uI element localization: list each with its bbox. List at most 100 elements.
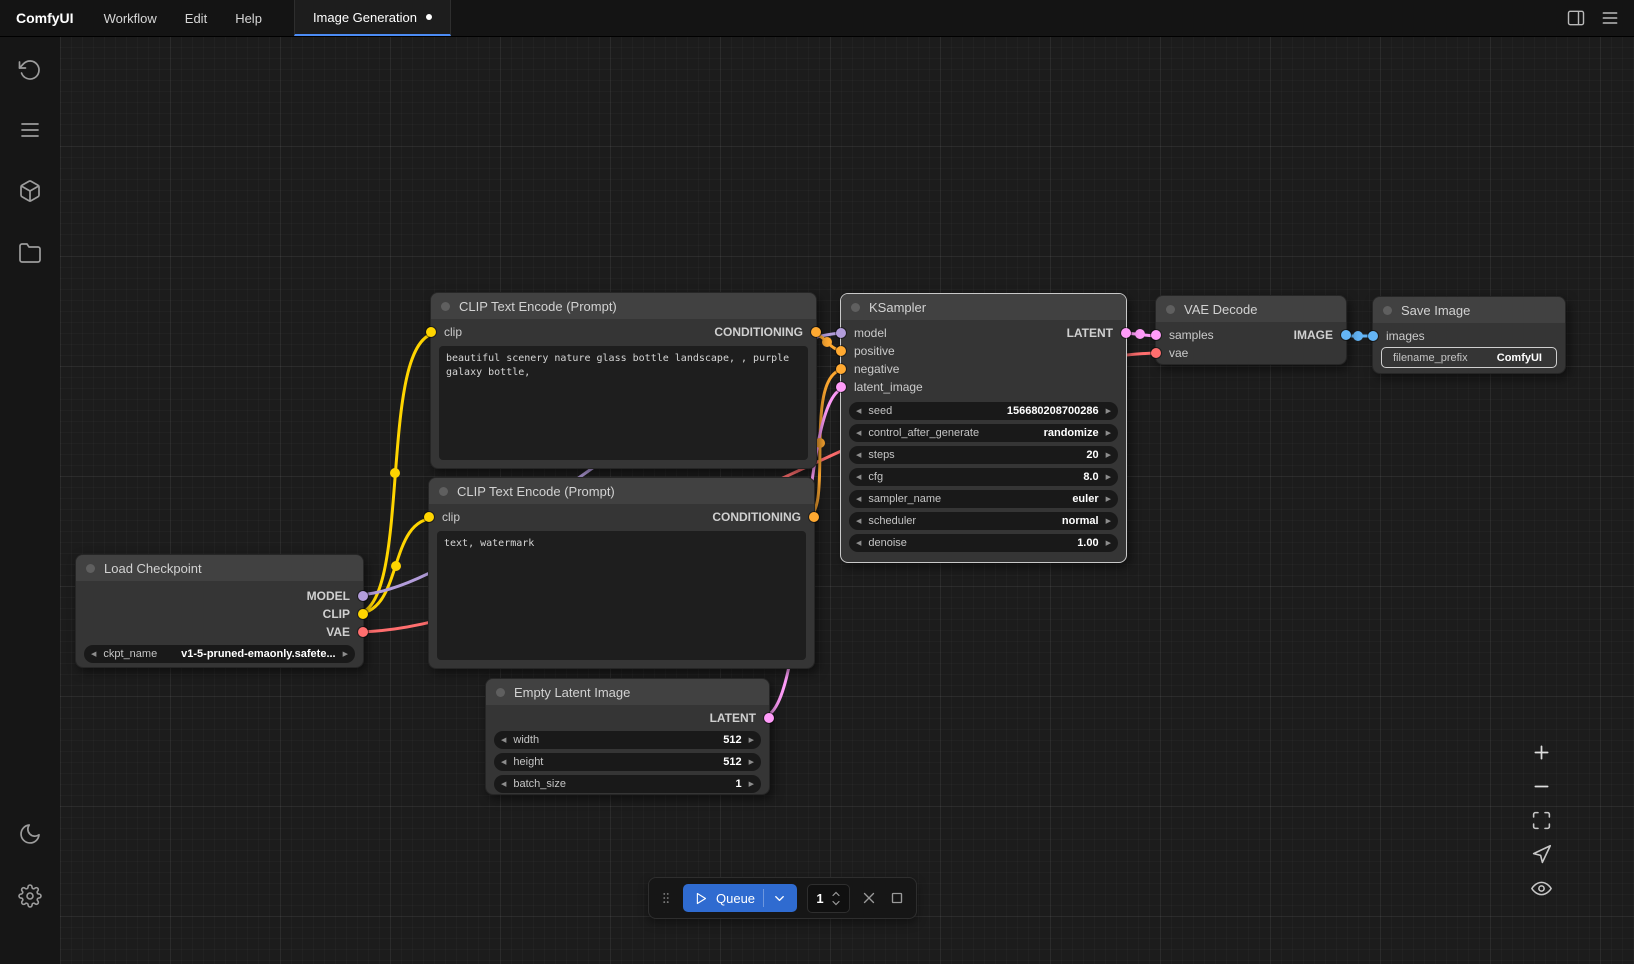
node-title-bar[interactable]: KSampler bbox=[841, 294, 1126, 320]
node-clip-text-encode-positive[interactable]: CLIP Text Encode (Prompt) clip CONDITION… bbox=[430, 292, 817, 469]
hamburger-menu-icon[interactable] bbox=[1600, 8, 1620, 28]
batch-size-widget[interactable]: ◀ batch_size 1 ▶ bbox=[494, 775, 761, 793]
queue-count-input[interactable]: 1 bbox=[807, 884, 850, 913]
panel-toggle-icon[interactable] bbox=[1566, 8, 1586, 28]
node-vae-decode[interactable]: VAE Decode samples IMAGE vae bbox=[1155, 295, 1347, 365]
input-slot-clip[interactable] bbox=[426, 327, 436, 337]
decrement-icon[interactable] bbox=[830, 899, 842, 907]
height-widget[interactable]: ◀ height 512 ▶ bbox=[494, 753, 761, 771]
next-value-icon[interactable]: ▶ bbox=[749, 781, 754, 788]
prev-value-icon[interactable]: ◀ bbox=[501, 781, 506, 788]
pointer-mode-icon[interactable] bbox=[1531, 844, 1552, 865]
node-save-image[interactable]: Save Image images filename_prefix ComfyU… bbox=[1372, 296, 1566, 374]
next-value-icon[interactable]: ▶ bbox=[1106, 496, 1111, 503]
output-slot-latent[interactable] bbox=[1121, 328, 1131, 338]
input-slot-latent-image[interactable] bbox=[836, 382, 846, 392]
input-slot-model[interactable] bbox=[836, 328, 846, 338]
next-value-icon[interactable]: ▶ bbox=[749, 737, 754, 744]
output-slot-model[interactable] bbox=[358, 591, 368, 601]
node-title-bar[interactable]: Save Image bbox=[1373, 297, 1565, 323]
negative-prompt-textarea[interactable]: text, watermark bbox=[437, 531, 806, 660]
model-library-icon[interactable] bbox=[18, 179, 42, 203]
drag-handle-icon[interactable] bbox=[659, 888, 673, 908]
output-slot-conditioning[interactable] bbox=[809, 512, 819, 522]
collapse-dot[interactable] bbox=[1383, 306, 1392, 315]
settings-gear-icon[interactable] bbox=[18, 884, 42, 908]
cfg-widget[interactable]: ◀ cfg 8.0 ▶ bbox=[849, 468, 1118, 486]
next-value-icon[interactable]: ▶ bbox=[749, 759, 754, 766]
node-clip-text-encode-negative[interactable]: CLIP Text Encode (Prompt) clip CONDITION… bbox=[428, 477, 815, 669]
node-title-bar[interactable]: CLIP Text Encode (Prompt) bbox=[431, 293, 816, 319]
input-slot-positive[interactable] bbox=[836, 346, 846, 356]
next-value-icon[interactable]: ▶ bbox=[1106, 474, 1111, 481]
prev-value-icon[interactable]: ◀ bbox=[856, 474, 861, 481]
output-slot-latent[interactable] bbox=[764, 713, 774, 723]
workflows-folder-icon[interactable] bbox=[18, 241, 42, 265]
node-title-bar[interactable]: CLIP Text Encode (Prompt) bbox=[429, 478, 814, 504]
positive-prompt-textarea[interactable]: beautiful scenery nature glass bottle la… bbox=[439, 346, 808, 460]
prev-value-icon[interactable]: ◀ bbox=[856, 540, 861, 547]
zoom-in-icon[interactable] bbox=[1531, 742, 1552, 763]
fit-view-icon[interactable] bbox=[1531, 810, 1552, 831]
sampler-name-widget[interactable]: ◀ sampler_name euler ▶ bbox=[849, 490, 1118, 508]
node-library-icon[interactable] bbox=[18, 118, 42, 142]
next-value-icon[interactable]: ▶ bbox=[1106, 408, 1111, 415]
width-widget[interactable]: ◀ width 512 ▶ bbox=[494, 731, 761, 749]
eye-icon[interactable] bbox=[1531, 878, 1552, 899]
control-after-generate-widget[interactable]: ◀ control_after_generate randomize ▶ bbox=[849, 424, 1118, 442]
output-slot-vae[interactable] bbox=[358, 627, 368, 637]
prev-value-icon[interactable]: ◀ bbox=[856, 496, 861, 503]
prev-value-icon[interactable]: ◀ bbox=[501, 759, 506, 766]
next-value-icon[interactable]: ▶ bbox=[1106, 430, 1111, 437]
increment-icon[interactable] bbox=[830, 890, 842, 898]
prev-value-icon[interactable]: ◀ bbox=[501, 737, 506, 744]
output-slot-image[interactable] bbox=[1341, 330, 1351, 340]
seed-widget[interactable]: ◀ seed 156680208700286 ▶ bbox=[849, 402, 1118, 420]
menu-workflow[interactable]: Workflow bbox=[90, 0, 171, 36]
node-title-bar[interactable]: VAE Decode bbox=[1156, 296, 1346, 322]
node-title-bar[interactable]: Load Checkpoint bbox=[76, 555, 363, 581]
input-slot-clip[interactable] bbox=[424, 512, 434, 522]
collapse-dot[interactable] bbox=[851, 303, 860, 312]
collapse-dot[interactable] bbox=[496, 688, 505, 697]
input-slot-images[interactable] bbox=[1368, 331, 1378, 341]
input-slot-vae[interactable] bbox=[1151, 348, 1161, 358]
input-slot-negative[interactable] bbox=[836, 364, 846, 374]
collapse-dot[interactable] bbox=[439, 487, 448, 496]
node-load-checkpoint[interactable]: Load Checkpoint MODEL CLIP VAE ◀ ckpt bbox=[75, 554, 364, 668]
node-ksampler[interactable]: KSampler model LATENT positive negative … bbox=[840, 293, 1127, 563]
zoom-out-icon[interactable] bbox=[1531, 776, 1552, 797]
next-value-icon[interactable]: ▶ bbox=[1106, 518, 1111, 525]
queue-count-value[interactable]: 1 bbox=[815, 891, 825, 906]
queue-button[interactable]: Queue bbox=[683, 884, 797, 912]
ckpt-name-widget[interactable]: ◀ ckpt_name v1-5-pruned-emaonly.safete..… bbox=[84, 645, 355, 663]
collapse-dot[interactable] bbox=[1166, 305, 1175, 314]
collapse-dot[interactable] bbox=[86, 564, 95, 573]
next-value-icon[interactable]: ▶ bbox=[343, 651, 348, 658]
workflow-history-icon[interactable] bbox=[18, 58, 42, 82]
theme-toggle-moon-icon[interactable] bbox=[18, 822, 42, 846]
prev-value-icon[interactable]: ◀ bbox=[856, 452, 861, 459]
denoise-widget[interactable]: ◀ denoise 1.00 ▶ bbox=[849, 534, 1118, 552]
filename-prefix-widget[interactable]: filename_prefix ComfyUI bbox=[1381, 347, 1557, 368]
node-empty-latent-image[interactable]: Empty Latent Image LATENT ◀ width 512 ▶ … bbox=[485, 678, 770, 795]
input-slot-samples[interactable] bbox=[1151, 330, 1161, 340]
node-title-bar[interactable]: Empty Latent Image bbox=[486, 679, 769, 705]
steps-widget[interactable]: ◀ steps 20 ▶ bbox=[849, 446, 1118, 464]
clear-queue-icon[interactable] bbox=[860, 889, 878, 907]
collapse-dot[interactable] bbox=[441, 302, 450, 311]
output-slot-conditioning[interactable] bbox=[811, 327, 821, 337]
prev-value-icon[interactable]: ◀ bbox=[856, 518, 861, 525]
menu-help[interactable]: Help bbox=[221, 0, 276, 36]
workflow-tab[interactable]: Image Generation bbox=[294, 0, 451, 36]
output-slot-clip[interactable] bbox=[358, 609, 368, 619]
next-value-icon[interactable]: ▶ bbox=[1106, 452, 1111, 459]
scheduler-widget[interactable]: ◀ scheduler normal ▶ bbox=[849, 512, 1118, 530]
prev-value-icon[interactable]: ◀ bbox=[856, 408, 861, 415]
prev-value-icon[interactable]: ◀ bbox=[856, 430, 861, 437]
stop-icon[interactable] bbox=[888, 889, 906, 907]
chevron-down-icon[interactable] bbox=[772, 891, 787, 906]
next-value-icon[interactable]: ▶ bbox=[1106, 540, 1111, 547]
prev-value-icon[interactable]: ◀ bbox=[91, 651, 96, 658]
menu-edit[interactable]: Edit bbox=[171, 0, 221, 36]
